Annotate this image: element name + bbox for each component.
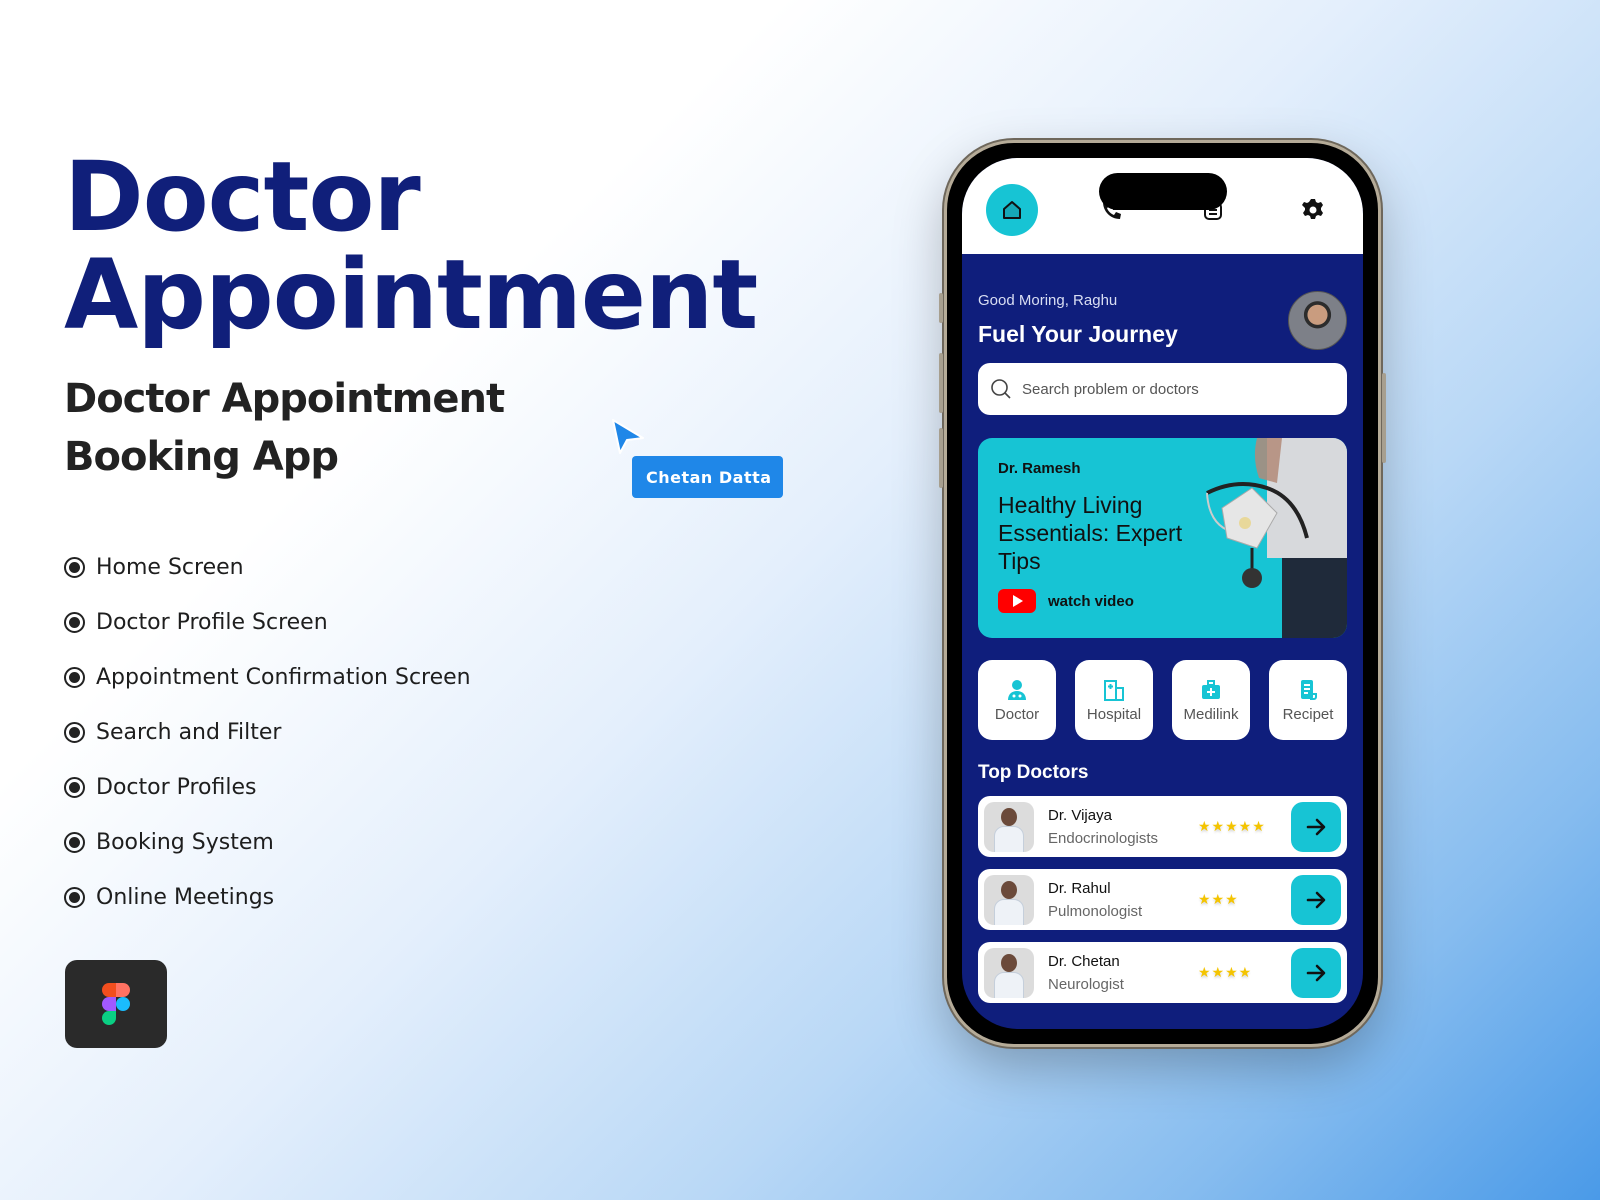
search-icon — [991, 379, 1011, 399]
app-screen: Good Moring, Raghu Fuel Your Journey Dr.… — [962, 158, 1363, 1029]
star-rating: ★★★ — [1198, 891, 1239, 907]
nav-home[interactable] — [986, 184, 1038, 236]
category-hospital[interactable]: Hospital — [1075, 660, 1153, 740]
hero-subtitle-line1: Doctor Appointment — [64, 376, 505, 422]
top-doctors-list: Dr. Vijaya Endocrinologists ★★★★★ Dr. Ra… — [978, 796, 1347, 1003]
category-row: Doctor Hospital Medilink Recipet — [978, 660, 1347, 740]
feature-item: Online Meetings — [64, 870, 471, 925]
home-icon — [1003, 201, 1021, 219]
doctor-photo — [984, 801, 1034, 852]
doctor-card[interactable]: Dr. Rahul Pulmonologist ★★★ — [978, 869, 1347, 930]
nav-settings[interactable] — [1287, 184, 1339, 236]
arrow-right-icon — [1306, 891, 1326, 908]
power-button — [1382, 373, 1386, 463]
doctor-card[interactable]: Dr. Vijaya Endocrinologists ★★★★★ — [978, 796, 1347, 857]
star-rating: ★★★★★ — [1198, 818, 1266, 834]
doctor-name: Dr. Rahul — [1048, 879, 1111, 897]
phone-mockup: Good Moring, Raghu Fuel Your Journey Dr.… — [939, 140, 1386, 1047]
arrow-right-icon — [1306, 818, 1326, 835]
radio-bullet-icon — [64, 557, 85, 578]
feature-item: Home Screen — [64, 540, 471, 595]
figma-icon — [102, 983, 130, 1025]
volume-up-button — [939, 353, 943, 413]
doctor-name: Dr. Vijaya — [1048, 806, 1112, 824]
radio-bullet-icon — [64, 887, 85, 908]
doctor-card[interactable]: Dr. Chetan Neurologist ★★★★ — [978, 942, 1347, 1003]
feature-item: Doctor Profile Screen — [64, 595, 471, 650]
feature-item: Appointment Confirmation Screen — [64, 650, 471, 705]
youtube-play-icon — [998, 589, 1036, 613]
radio-bullet-icon — [64, 777, 85, 798]
radio-bullet-icon — [64, 832, 85, 853]
category-label: Recipet — [1282, 705, 1334, 723]
star-rating: ★★★★ — [1198, 964, 1253, 980]
figma-logo-badge — [65, 960, 167, 1048]
hospital-icon — [1104, 679, 1124, 701]
category-recipet[interactable]: Recipet — [1269, 660, 1347, 740]
hero-title: Doctor Appointment — [64, 141, 758, 351]
cursor-pointer-icon — [612, 419, 644, 454]
category-medilink[interactable]: Medilink — [1172, 660, 1250, 740]
doctor-name: Dr. Chetan — [1048, 952, 1120, 970]
open-doctor-button[interactable] — [1291, 874, 1341, 925]
hero-subtitle: Doctor Appointment Booking App — [64, 370, 505, 486]
open-doctor-button[interactable] — [1291, 947, 1341, 998]
feature-item: Doctor Profiles — [64, 760, 471, 815]
radio-bullet-icon — [64, 667, 85, 688]
promo-banner[interactable]: Dr. Ramesh Healthy Living Essentials: Ex… — [978, 438, 1347, 638]
feature-item: Search and Filter — [64, 705, 471, 760]
watch-video-label: watch video — [1048, 592, 1134, 610]
hero-subtitle-line2: Booking App — [64, 434, 339, 480]
dynamic-island — [1098, 173, 1227, 210]
gear-icon — [1301, 199, 1323, 219]
collaborator-name-tag: Chetan Datta — [632, 456, 783, 498]
radio-bullet-icon — [64, 722, 85, 743]
action-button — [939, 293, 943, 323]
hero-title-line2: Appointment — [64, 239, 758, 351]
doctor-specialty: Neurologist — [1048, 975, 1124, 993]
search-bar[interactable] — [978, 363, 1347, 415]
category-label: Medilink — [1183, 705, 1239, 723]
top-doctors-title: Top Doctors — [978, 762, 1089, 783]
arrow-right-icon — [1306, 964, 1326, 981]
doctor-specialty: Endocrinologists — [1048, 829, 1159, 847]
banner-title: Healthy Living Essentials: Expert Tips — [998, 492, 1183, 574]
feature-item: Booking System — [64, 815, 471, 870]
doctor-stethoscope-photo — [1206, 438, 1347, 638]
category-doctor[interactable]: Doctor — [978, 660, 1056, 740]
doctor-icon — [1008, 679, 1026, 700]
volume-down-button — [939, 428, 943, 488]
home-content: Good Moring, Raghu Fuel Your Journey Dr.… — [962, 291, 1363, 1003]
doctor-specialty: Pulmonologist — [1048, 902, 1143, 920]
feature-list: Home Screen Doctor Profile Screen Appoin… — [64, 540, 471, 925]
radio-bullet-icon — [64, 612, 85, 633]
user-avatar[interactable] — [1288, 291, 1347, 350]
search-input[interactable] — [1022, 380, 1335, 398]
open-doctor-button[interactable] — [1291, 801, 1341, 852]
category-label: Doctor — [994, 705, 1040, 723]
medical-kit-icon — [1202, 679, 1220, 699]
doctor-photo — [984, 947, 1034, 998]
receipt-icon — [1301, 679, 1317, 700]
doctor-photo — [984, 874, 1034, 925]
hero-title-line1: Doctor — [64, 141, 421, 253]
category-label: Hospital — [1086, 705, 1142, 723]
